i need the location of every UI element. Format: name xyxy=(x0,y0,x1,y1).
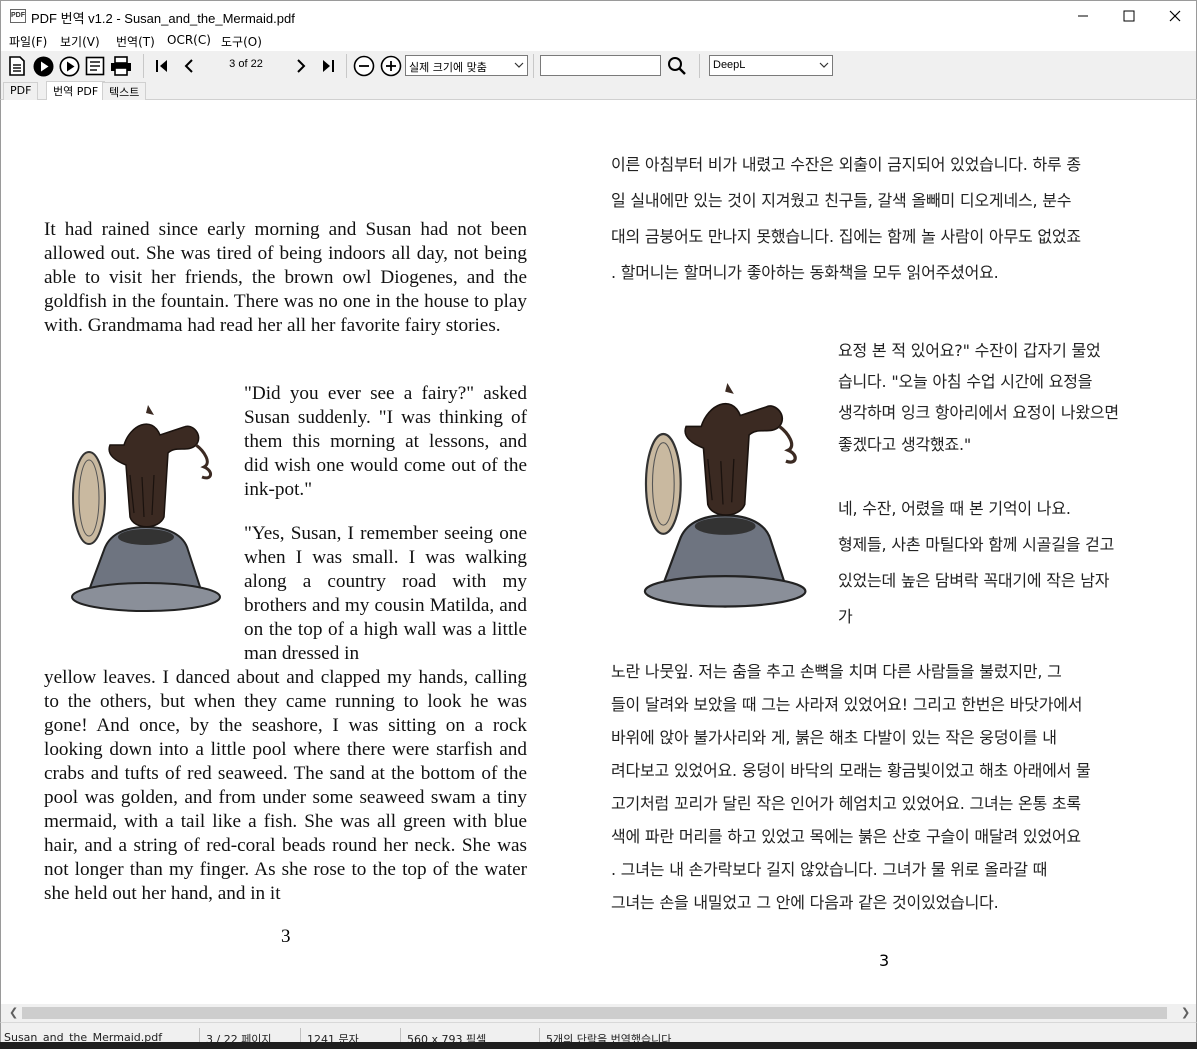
original-paragraph: It had rained since early morning and Su… xyxy=(44,219,527,336)
first-page-button[interactable] xyxy=(149,53,175,79)
view-tabs: PDF 번역 PDF 텍스트 xyxy=(0,81,1197,100)
scrollbar-thumb[interactable] xyxy=(22,1007,1167,1019)
toolbar-separator xyxy=(346,54,347,78)
close-icon xyxy=(1169,10,1181,22)
play-outline-icon xyxy=(59,56,79,76)
translated-line: 요정 본 적 있어요?" 수잔이 갑자기 물었 xyxy=(838,341,1101,360)
maximize-button[interactable] xyxy=(1106,1,1152,31)
zoom-out-icon xyxy=(353,55,375,77)
chevron-right-icon xyxy=(297,59,306,73)
search-input[interactable] xyxy=(540,55,661,76)
translated-page-number: 3 xyxy=(879,951,890,970)
printer-icon xyxy=(111,56,131,76)
inkpot-fairy-illustration xyxy=(643,383,807,608)
text-view-button[interactable] xyxy=(82,53,108,79)
translated-line: 형제들, 사촌 마틸다와 함께 시골길을 걷고 xyxy=(838,535,1115,554)
zoom-select[interactable]: 실제 크기에 맞춤 xyxy=(405,55,528,76)
translated-line: . 그녀는 내 손가락보다 길지 않았습니다. 그녀가 물 위로 올라갈 때 xyxy=(611,860,1048,879)
translated-line: 습니다. "오늘 아침 수업 시간에 요정을 xyxy=(838,372,1093,391)
title-bar: PDF PDF 번역 v1.2 - Susan_and_the_Mermaid.… xyxy=(0,0,1197,31)
scroll-left-icon[interactable]: ❮ xyxy=(9,1006,18,1019)
zoom-in-icon xyxy=(380,55,402,77)
toolbar-separator xyxy=(143,54,144,78)
engine-select[interactable]: DeepL xyxy=(709,55,833,76)
text-lines-icon xyxy=(85,56,105,76)
inkpot-fairy-illustration xyxy=(71,405,221,613)
document-viewport[interactable]: It had rained since early morning and Su… xyxy=(0,100,1197,1004)
original-page-number: 3 xyxy=(281,926,291,947)
tab-translated-pdf[interactable]: 번역 PDF xyxy=(46,81,106,100)
minimize-button[interactable] xyxy=(1060,1,1106,31)
toolbar: 3 of 22 실제 크기에 맞춤 DeepL xyxy=(0,51,1197,81)
next-page-button[interactable] xyxy=(287,53,313,79)
original-paragraph: "Did you ever see a fairy?" asked Susan … xyxy=(244,383,527,500)
menu-bar: 파일(F) 보기(V) 번역(T) OCR(C) 도구(O) xyxy=(0,31,1197,51)
menu-tools[interactable]: 도구(O) xyxy=(221,33,262,50)
close-button[interactable] xyxy=(1152,1,1197,31)
original-paragraph: yellow leaves. I danced about and clappe… xyxy=(44,667,527,904)
original-paragraph: "Yes, Susan, I remember seeing one when … xyxy=(244,523,527,664)
translated-line: 생각하며 잉크 항아리에서 요정이 나왔으면 xyxy=(838,403,1119,422)
minimize-icon xyxy=(1078,15,1088,17)
last-page-button[interactable] xyxy=(315,53,341,79)
translated-line: 바위에 앉아 불가사리와 게, 붉은 해초 다발이 있는 작은 웅덩이를 내 xyxy=(611,728,1057,747)
scroll-right-icon[interactable]: ❯ xyxy=(1181,1006,1190,1019)
chevron-down-icon xyxy=(514,62,524,68)
menu-view[interactable]: 보기(V) xyxy=(60,33,100,50)
menu-ocr[interactable]: OCR(C) xyxy=(167,33,211,47)
toolbar-separator xyxy=(533,54,534,78)
translated-line: 대의 금붕어도 만나지 못했습니다. 집에는 함께 놀 사람이 아무도 없었죠 xyxy=(611,227,1081,246)
translated-line: 이른 아침부터 비가 내렸고 수잔은 외출이 금지되어 있었습니다. 하루 종 xyxy=(611,155,1081,174)
translate-page-button[interactable] xyxy=(30,53,56,79)
translated-line: 들이 달려와 보았을 때 그는 사라져 있었어요! 그리고 한번은 바닷가에서 xyxy=(611,695,1083,714)
chevron-left-icon xyxy=(184,59,193,73)
translated-line: 색에 파란 머리를 하고 있었고 목에는 붉은 산호 구슬이 매달려 있었어요 xyxy=(611,827,1081,846)
chevron-down-icon xyxy=(819,62,829,68)
translated-line: 고기처럼 꼬리가 달린 작은 인어가 헤엄치고 있었어요. 그녀는 온통 초록 xyxy=(611,794,1081,813)
translate-all-button[interactable] xyxy=(56,53,82,79)
window-title: PDF 번역 v1.2 - Susan_and_the_Mermaid.pdf xyxy=(31,11,295,26)
previous-page-button[interactable] xyxy=(177,53,203,79)
print-button[interactable] xyxy=(108,53,134,79)
page-indicator: 3 of 22 xyxy=(229,58,263,70)
toolbar-separator xyxy=(699,54,700,78)
open-file-button[interactable] xyxy=(4,53,30,79)
menu-file[interactable]: 파일(F) xyxy=(9,33,47,50)
translated-line: 가 xyxy=(838,607,853,626)
translated-line: 네, 수잔, 어렸을 때 본 기억이 나요. xyxy=(838,499,1071,518)
translated-line: 있었는데 높은 담벼락 꼭대기에 작은 남자 xyxy=(838,571,1110,590)
horizontal-scrollbar[interactable]: ❮ ❯ xyxy=(0,1004,1197,1022)
play-filled-icon xyxy=(33,56,53,76)
translated-line: 그녀는 손을 내밀었고 그 안에 다음과 같은 것이있었습니다. xyxy=(611,893,999,912)
translated-line: 노란 나뭇잎. 저는 춤을 추고 손뼉을 치며 다른 사람들을 불렀지만, 그 xyxy=(611,662,1062,681)
menu-translate[interactable]: 번역(T) xyxy=(116,33,155,50)
zoom-out-button[interactable] xyxy=(351,53,377,79)
document-icon xyxy=(9,56,25,76)
translated-line: . 할머니는 할머니가 좋아하는 동화책을 모두 읽어주셨어요. xyxy=(611,263,999,282)
translated-line: 려다보고 있었어요. 웅덩이 바닥의 모래는 황금빛이었고 해초 아래에서 물 xyxy=(611,761,1091,780)
maximize-icon xyxy=(1123,10,1135,22)
tab-pdf[interactable]: PDF xyxy=(3,82,39,100)
zoom-in-button[interactable] xyxy=(378,53,404,79)
skip-first-icon xyxy=(156,60,167,72)
translated-line: 일 실내에만 있는 것이 지겨웠고 친구들, 갈색 올빼미 디오게네스, 분수 xyxy=(611,191,1072,210)
zoom-select-value: 실제 크기에 맞춤 xyxy=(409,61,487,74)
taskbar-strip xyxy=(0,1042,1197,1049)
tab-text[interactable]: 텍스트 xyxy=(102,82,147,100)
skip-last-icon xyxy=(323,60,334,72)
search-button[interactable] xyxy=(664,53,690,79)
translated-line: 좋겠다고 생각했죠." xyxy=(838,435,972,454)
engine-select-value: DeepL xyxy=(713,59,746,71)
search-icon xyxy=(668,57,686,75)
app-icon: PDF xyxy=(10,9,26,23)
